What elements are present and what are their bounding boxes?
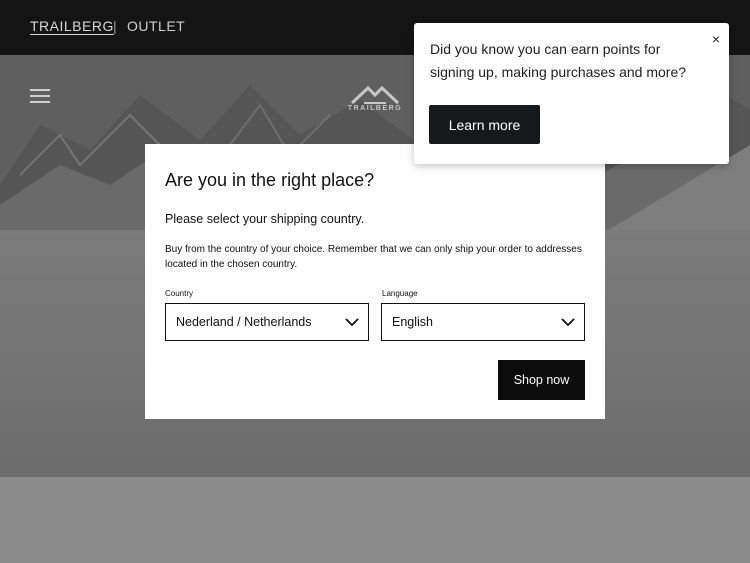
country-selector-modal: Are you in the right place? Please selec…: [145, 144, 605, 419]
language-select[interactable]: English: [381, 303, 585, 341]
chevron-down-icon: [345, 318, 359, 327]
modal-description: Buy from the country of your choice. Rem…: [165, 244, 582, 270]
outlet-link[interactable]: OUTLET: [127, 18, 185, 34]
menu-icon[interactable]: [30, 89, 50, 103]
modal-subtitle: Please select your shipping country.: [165, 212, 365, 226]
logo-wordmark: TRAILBERG: [347, 105, 403, 112]
modal-title: Are you in the right place?: [165, 170, 375, 190]
language-select-value: English: [392, 315, 433, 329]
learn-more-button[interactable]: Learn more: [429, 105, 540, 144]
topbar-separator: |: [113, 18, 117, 34]
close-icon[interactable]: ×: [712, 32, 720, 46]
content-band: [0, 477, 750, 563]
shop-now-button[interactable]: Shop now: [498, 360, 585, 400]
chevron-down-icon: [561, 318, 575, 327]
brand-link[interactable]: TRAILBERG: [30, 18, 114, 34]
country-label: Country: [165, 289, 194, 298]
country-select-value: Nederland / Netherlands: [176, 315, 312, 329]
rewards-popup: × Did you know you can earn points for s…: [414, 23, 729, 164]
country-select[interactable]: Nederland / Netherlands: [165, 303, 369, 341]
rewards-message: Did you know you can earn points for sig…: [430, 41, 687, 80]
language-label: Language: [382, 289, 418, 298]
